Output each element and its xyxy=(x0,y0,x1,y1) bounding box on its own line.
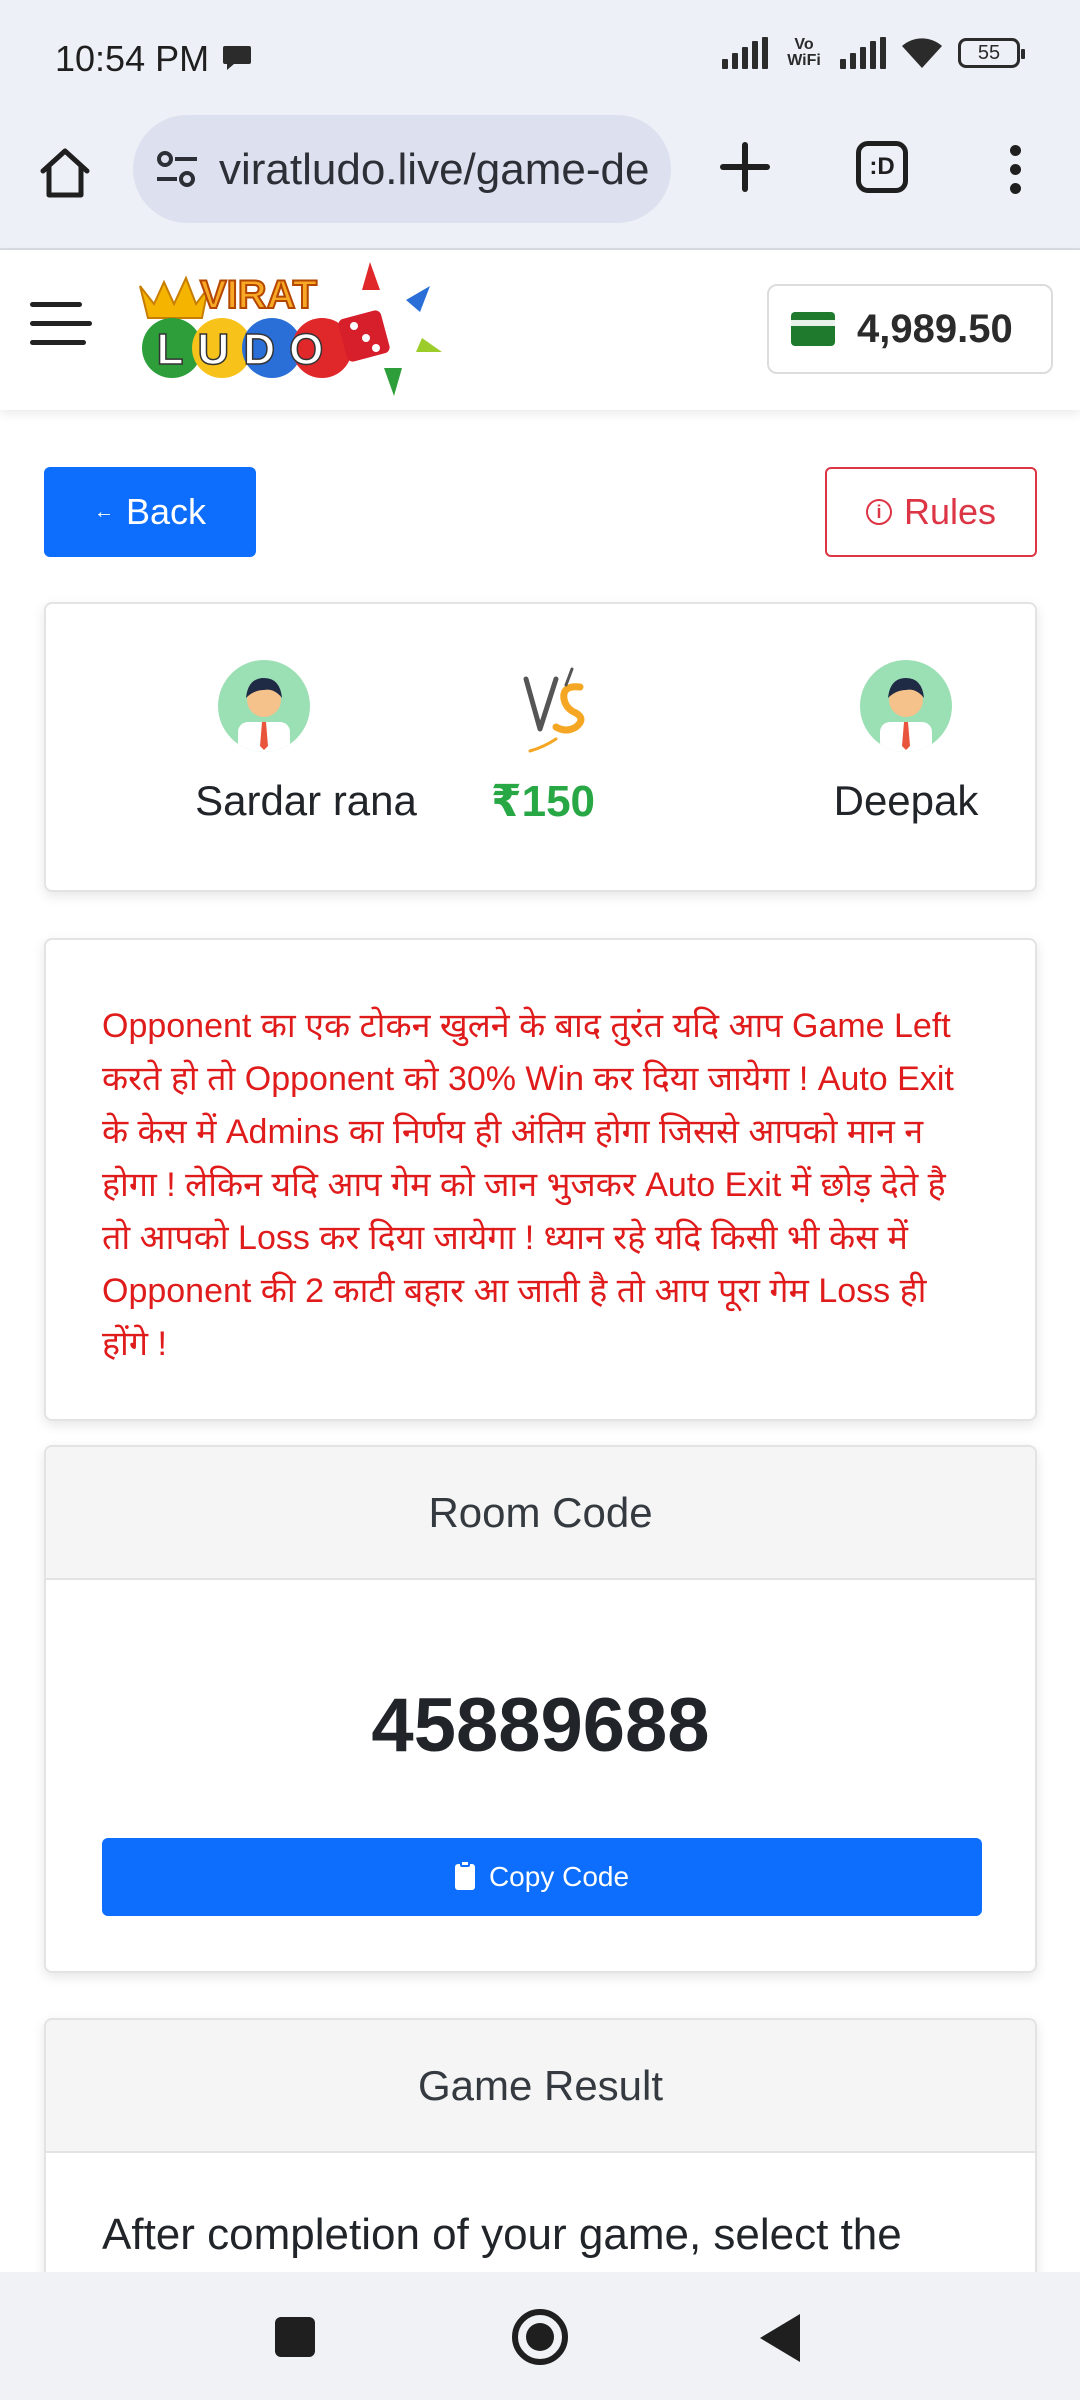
room-code-value: 45889688 xyxy=(371,1683,710,1768)
home-icon[interactable] xyxy=(35,143,95,203)
arrow-left-icon: ← xyxy=(93,500,114,523)
rules-notice-card: Opponent का एक टोकन खुलने के बाद तुरंत य… xyxy=(44,938,1037,1421)
browser-toolbar: viratludo.live/game-de :D xyxy=(0,115,1080,250)
match-card: Sardar rana ₹150 Deepak xyxy=(44,602,1037,892)
info-icon: i xyxy=(865,499,892,525)
signal-icon xyxy=(722,37,768,69)
tab-switcher-button[interactable]: :D xyxy=(856,141,908,193)
copy-code-label: Copy Code xyxy=(488,1861,630,1892)
app-header: VIRAT LUDO 4,989.50 xyxy=(0,250,1080,410)
status-bar: 10:54 PM Vo WiFi 55 xyxy=(0,0,1080,115)
wallet-balance[interactable]: 4,989.50 xyxy=(767,284,1053,374)
bet-amount: ₹150 xyxy=(491,777,596,826)
more-options-icon[interactable] xyxy=(995,140,1035,200)
back-button[interactable]: ← Back xyxy=(44,467,256,557)
back-label: Back xyxy=(125,491,207,532)
vowifi-label: Vo WiFi xyxy=(787,36,821,69)
home-nav-icon[interactable] xyxy=(512,2309,568,2365)
recent-apps-icon[interactable] xyxy=(275,2317,315,2357)
signal-icon-2 xyxy=(840,37,886,69)
system-navigation-bar xyxy=(0,2272,1080,2400)
copy-code-button[interactable]: Copy Code xyxy=(102,1838,982,1916)
player2-name: Deepak xyxy=(833,777,979,824)
player2-avatar xyxy=(860,660,952,752)
new-tab-icon[interactable] xyxy=(713,135,777,199)
logo-text-bottom: LUDO xyxy=(157,325,338,374)
url-text[interactable]: viratludo.live/game-de xyxy=(219,145,649,195)
player1-name: Sardar rana xyxy=(195,777,417,824)
status-time: 10:54 PM xyxy=(55,38,210,79)
game-result-instructions: After completion of your game, select th… xyxy=(102,2210,902,2259)
virat-ludo-logo[interactable]: VIRAT LUDO xyxy=(130,256,450,404)
site-settings-icon[interactable] xyxy=(155,149,199,189)
chat-bubble-icon xyxy=(223,46,251,70)
wifi-icon xyxy=(902,38,942,68)
room-code-header: Room Code xyxy=(46,1447,1035,1580)
wallet-amount: 4,989.50 xyxy=(857,306,1013,351)
game-result-header: Game Result xyxy=(46,2020,1035,2153)
rules-button[interactable]: i Rules xyxy=(825,467,1037,557)
back-nav-icon[interactable] xyxy=(760,2314,800,2362)
address-bar[interactable]: viratludo.live/game-de xyxy=(133,115,671,223)
status-icons: Vo WiFi 55 xyxy=(722,36,1025,70)
room-code-card: Room Code 45889688 Copy Code xyxy=(44,1445,1037,1973)
logo-text-top: VIRAT xyxy=(200,273,317,317)
versus-icon xyxy=(523,667,585,753)
hamburger-menu-icon[interactable] xyxy=(30,302,92,352)
clipboard-icon xyxy=(454,1860,475,1890)
wallet-icon xyxy=(791,312,835,346)
player1-avatar xyxy=(218,660,310,752)
rules-notice-text: Opponent का एक टोकन खुलने के बाद तुरंत य… xyxy=(102,1007,954,1363)
battery-icon: 55 xyxy=(958,38,1025,68)
rules-label: Rules xyxy=(903,491,997,532)
